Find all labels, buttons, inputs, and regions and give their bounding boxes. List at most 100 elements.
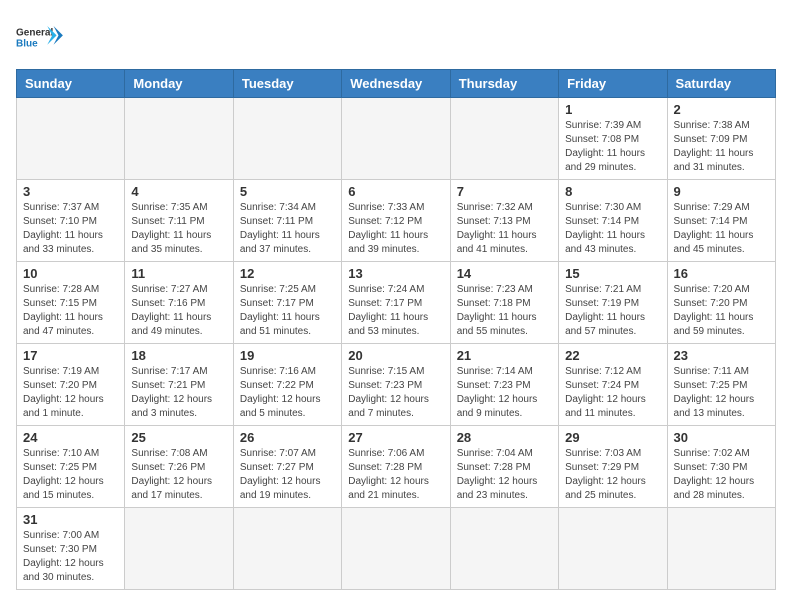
calendar-cell: 17Sunrise: 7:19 AM Sunset: 7:20 PM Dayli… — [17, 344, 125, 426]
column-header-friday: Friday — [559, 70, 667, 98]
day-info: Sunrise: 7:12 AM Sunset: 7:24 PM Dayligh… — [565, 365, 660, 421]
calendar-cell: 19Sunrise: 7:16 AM Sunset: 7:22 PM Dayli… — [233, 344, 341, 426]
calendar-cell — [233, 508, 341, 590]
day-info: Sunrise: 7:15 AM Sunset: 7:23 PM Dayligh… — [348, 365, 443, 421]
day-info: Sunrise: 7:25 AM Sunset: 7:17 PM Dayligh… — [240, 283, 335, 339]
day-info: Sunrise: 7:37 AM Sunset: 7:10 PM Dayligh… — [23, 201, 118, 257]
calendar-cell — [17, 98, 125, 180]
day-number: 15 — [565, 266, 660, 281]
day-number: 16 — [674, 266, 769, 281]
calendar-cell: 18 Sunrise: 7:17 AM Sunset: 7:21 PM Dayli… — [125, 344, 233, 426]
day-info: Sunrise: 7:35 AM Sunset: 7:11 PM Dayligh… — [131, 201, 226, 257]
calendar-cell: 3 Sunrise: 7:37 AM Sunset: 7:10 PM Daylig… — [17, 180, 125, 262]
day-number: 26 — [240, 430, 335, 445]
day-info: Sunrise: 7:17 AM Sunset: 7:21 PM Dayligh… — [131, 365, 226, 421]
calendar-table: SundayMondayTuesdayWednesdayThursdayFrid… — [16, 69, 776, 590]
day-number: 9 — [674, 184, 769, 199]
day-number: 25 — [131, 430, 226, 445]
calendar-cell: 16Sunrise: 7:20 AM Sunset: 7:20 PM Dayli… — [667, 262, 775, 344]
logo-svg: General Blue — [16, 16, 66, 61]
day-info: Sunrise: 7:08 AM Sunset: 7:26 PM Dayligh… — [131, 447, 226, 503]
day-info: Sunrise: 7:38 AM Sunset: 7:09 PM Dayligh… — [674, 119, 769, 175]
calendar-week-6: 31Sunrise: 7:00 AM Sunset: 7:30 PM Dayli… — [17, 508, 776, 590]
day-info: Sunrise: 7:27 AM Sunset: 7:16 PM Dayligh… — [131, 283, 226, 339]
day-number: 18 — [131, 348, 226, 363]
day-number: 29 — [565, 430, 660, 445]
day-info: Sunrise: 7:23 AM Sunset: 7:18 PM Dayligh… — [457, 283, 552, 339]
day-number: 21 — [457, 348, 552, 363]
calendar-week-2: 3 Sunrise: 7:37 AM Sunset: 7:10 PM Daylig… — [17, 180, 776, 262]
day-info: Sunrise: 7:39 AM Sunset: 7:08 PM Dayligh… — [565, 119, 660, 175]
calendar-cell — [450, 98, 558, 180]
calendar-cell: 9 Sunrise: 7:29 AM Sunset: 7:14 PM Daylig… — [667, 180, 775, 262]
day-info: Sunrise: 7:00 AM Sunset: 7:30 PM Dayligh… — [23, 529, 118, 585]
calendar-cell: 23Sunrise: 7:11 AM Sunset: 7:25 PM Dayli… — [667, 344, 775, 426]
calendar-cell: 4 Sunrise: 7:35 AM Sunset: 7:11 PM Daylig… — [125, 180, 233, 262]
calendar-cell: 10 Sunrise: 7:28 AM Sunset: 7:15 PM Dayli… — [17, 262, 125, 344]
day-info: Sunrise: 7:14 AM Sunset: 7:23 PM Dayligh… — [457, 365, 552, 421]
day-info: Sunrise: 7:06 AM Sunset: 7:28 PM Dayligh… — [348, 447, 443, 503]
calendar-week-4: 17Sunrise: 7:19 AM Sunset: 7:20 PM Dayli… — [17, 344, 776, 426]
day-number: 4 — [131, 184, 226, 199]
calendar-cell: 7 Sunrise: 7:32 AM Sunset: 7:13 PM Daylig… — [450, 180, 558, 262]
calendar-cell: 2 Sunrise: 7:38 AM Sunset: 7:09 PM Daylig… — [667, 98, 775, 180]
day-info: Sunrise: 7:02 AM Sunset: 7:30 PM Dayligh… — [674, 447, 769, 503]
calendar-cell: 11 Sunrise: 7:27 AM Sunset: 7:16 PM Dayli… — [125, 262, 233, 344]
day-number: 3 — [23, 184, 118, 199]
calendar-cell: 20Sunrise: 7:15 AM Sunset: 7:23 PM Dayli… — [342, 344, 450, 426]
day-number: 24 — [23, 430, 118, 445]
day-number: 7 — [457, 184, 552, 199]
day-number: 8 — [565, 184, 660, 199]
day-number: 30 — [674, 430, 769, 445]
day-info: Sunrise: 7:04 AM Sunset: 7:28 PM Dayligh… — [457, 447, 552, 503]
calendar-cell: 1 Sunrise: 7:39 AM Sunset: 7:08 PM Daylig… — [559, 98, 667, 180]
calendar-cell: 26Sunrise: 7:07 AM Sunset: 7:27 PM Dayli… — [233, 426, 341, 508]
column-header-tuesday: Tuesday — [233, 70, 341, 98]
calendar-cell: 21 Sunrise: 7:14 AM Sunset: 7:23 PM Dayli… — [450, 344, 558, 426]
day-info: Sunrise: 7:28 AM Sunset: 7:15 PM Dayligh… — [23, 283, 118, 339]
svg-text:General: General — [16, 27, 53, 38]
calendar-cell: 28Sunrise: 7:04 AM Sunset: 7:28 PM Dayli… — [450, 426, 558, 508]
day-number: 5 — [240, 184, 335, 199]
day-info: Sunrise: 7:16 AM Sunset: 7:22 PM Dayligh… — [240, 365, 335, 421]
calendar-cell — [667, 508, 775, 590]
calendar-cell: 14 Sunrise: 7:23 AM Sunset: 7:18 PM Dayli… — [450, 262, 558, 344]
day-number: 14 — [457, 266, 552, 281]
svg-text:Blue: Blue — [16, 39, 38, 50]
calendar-cell: 6 Sunrise: 7:33 AM Sunset: 7:12 PM Daylig… — [342, 180, 450, 262]
day-info: Sunrise: 7:24 AM Sunset: 7:17 PM Dayligh… — [348, 283, 443, 339]
calendar-cell: 27Sunrise: 7:06 AM Sunset: 7:28 PM Dayli… — [342, 426, 450, 508]
calendar-week-3: 10 Sunrise: 7:28 AM Sunset: 7:15 PM Dayli… — [17, 262, 776, 344]
column-header-monday: Monday — [125, 70, 233, 98]
calendar-cell: 13 Sunrise: 7:24 AM Sunset: 7:17 PM Dayli… — [342, 262, 450, 344]
calendar-cell: 24Sunrise: 7:10 AM Sunset: 7:25 PM Dayli… — [17, 426, 125, 508]
day-number: 10 — [23, 266, 118, 281]
day-info: Sunrise: 7:34 AM Sunset: 7:11 PM Dayligh… — [240, 201, 335, 257]
calendar-cell — [125, 98, 233, 180]
calendar-cell: 25 Sunrise: 7:08 AM Sunset: 7:26 PM Dayli… — [125, 426, 233, 508]
calendar-cell: 22Sunrise: 7:12 AM Sunset: 7:24 PM Dayli… — [559, 344, 667, 426]
day-info: Sunrise: 7:30 AM Sunset: 7:14 PM Dayligh… — [565, 201, 660, 257]
day-number: 11 — [131, 266, 226, 281]
calendar-cell: 8 Sunrise: 7:30 AM Sunset: 7:14 PM Daylig… — [559, 180, 667, 262]
day-info: Sunrise: 7:03 AM Sunset: 7:29 PM Dayligh… — [565, 447, 660, 503]
day-info: Sunrise: 7:32 AM Sunset: 7:13 PM Dayligh… — [457, 201, 552, 257]
day-number: 2 — [674, 102, 769, 117]
day-number: 6 — [348, 184, 443, 199]
calendar-cell — [450, 508, 558, 590]
calendar-week-1: 1 Sunrise: 7:39 AM Sunset: 7:08 PM Daylig… — [17, 98, 776, 180]
calendar-cell — [559, 508, 667, 590]
page-header: General Blue — [16, 16, 776, 61]
calendar-header-row: SundayMondayTuesdayWednesdayThursdayFrid… — [17, 70, 776, 98]
calendar-cell — [342, 98, 450, 180]
day-info: Sunrise: 7:33 AM Sunset: 7:12 PM Dayligh… — [348, 201, 443, 257]
calendar-week-5: 24Sunrise: 7:10 AM Sunset: 7:25 PM Dayli… — [17, 426, 776, 508]
day-number: 12 — [240, 266, 335, 281]
day-number: 1 — [565, 102, 660, 117]
day-info: Sunrise: 7:11 AM Sunset: 7:25 PM Dayligh… — [674, 365, 769, 421]
column-header-thursday: Thursday — [450, 70, 558, 98]
day-info: Sunrise: 7:29 AM Sunset: 7:14 PM Dayligh… — [674, 201, 769, 257]
day-number: 13 — [348, 266, 443, 281]
day-info: Sunrise: 7:21 AM Sunset: 7:19 PM Dayligh… — [565, 283, 660, 339]
calendar-cell: 15 Sunrise: 7:21 AM Sunset: 7:19 PM Dayli… — [559, 262, 667, 344]
